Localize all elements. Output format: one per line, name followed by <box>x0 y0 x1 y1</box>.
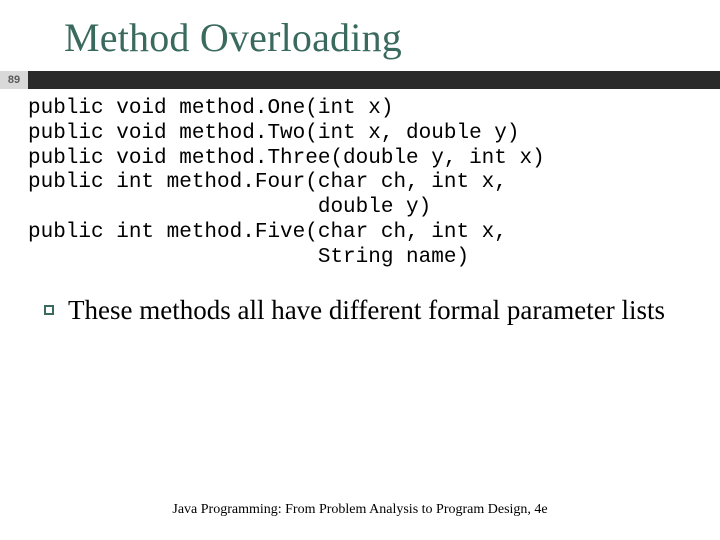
bullet-text: These methods all have different formal … <box>68 294 665 327</box>
code-block: public void method.One(int x) public voi… <box>0 89 720 270</box>
footer-text: Java Programming: From Problem Analysis … <box>0 502 720 518</box>
slide-title: Method Overloading <box>64 14 720 61</box>
square-bullet-icon <box>44 305 54 315</box>
page-number-badge: 89 <box>0 71 28 89</box>
accent-row: 89 <box>0 71 720 89</box>
body-text: These methods all have different formal … <box>0 270 720 327</box>
slide: Method Overloading 89 public void method… <box>0 0 720 540</box>
accent-bar <box>28 71 720 89</box>
bullet-row: These methods all have different formal … <box>44 294 680 327</box>
title-area: Method Overloading <box>0 0 720 65</box>
